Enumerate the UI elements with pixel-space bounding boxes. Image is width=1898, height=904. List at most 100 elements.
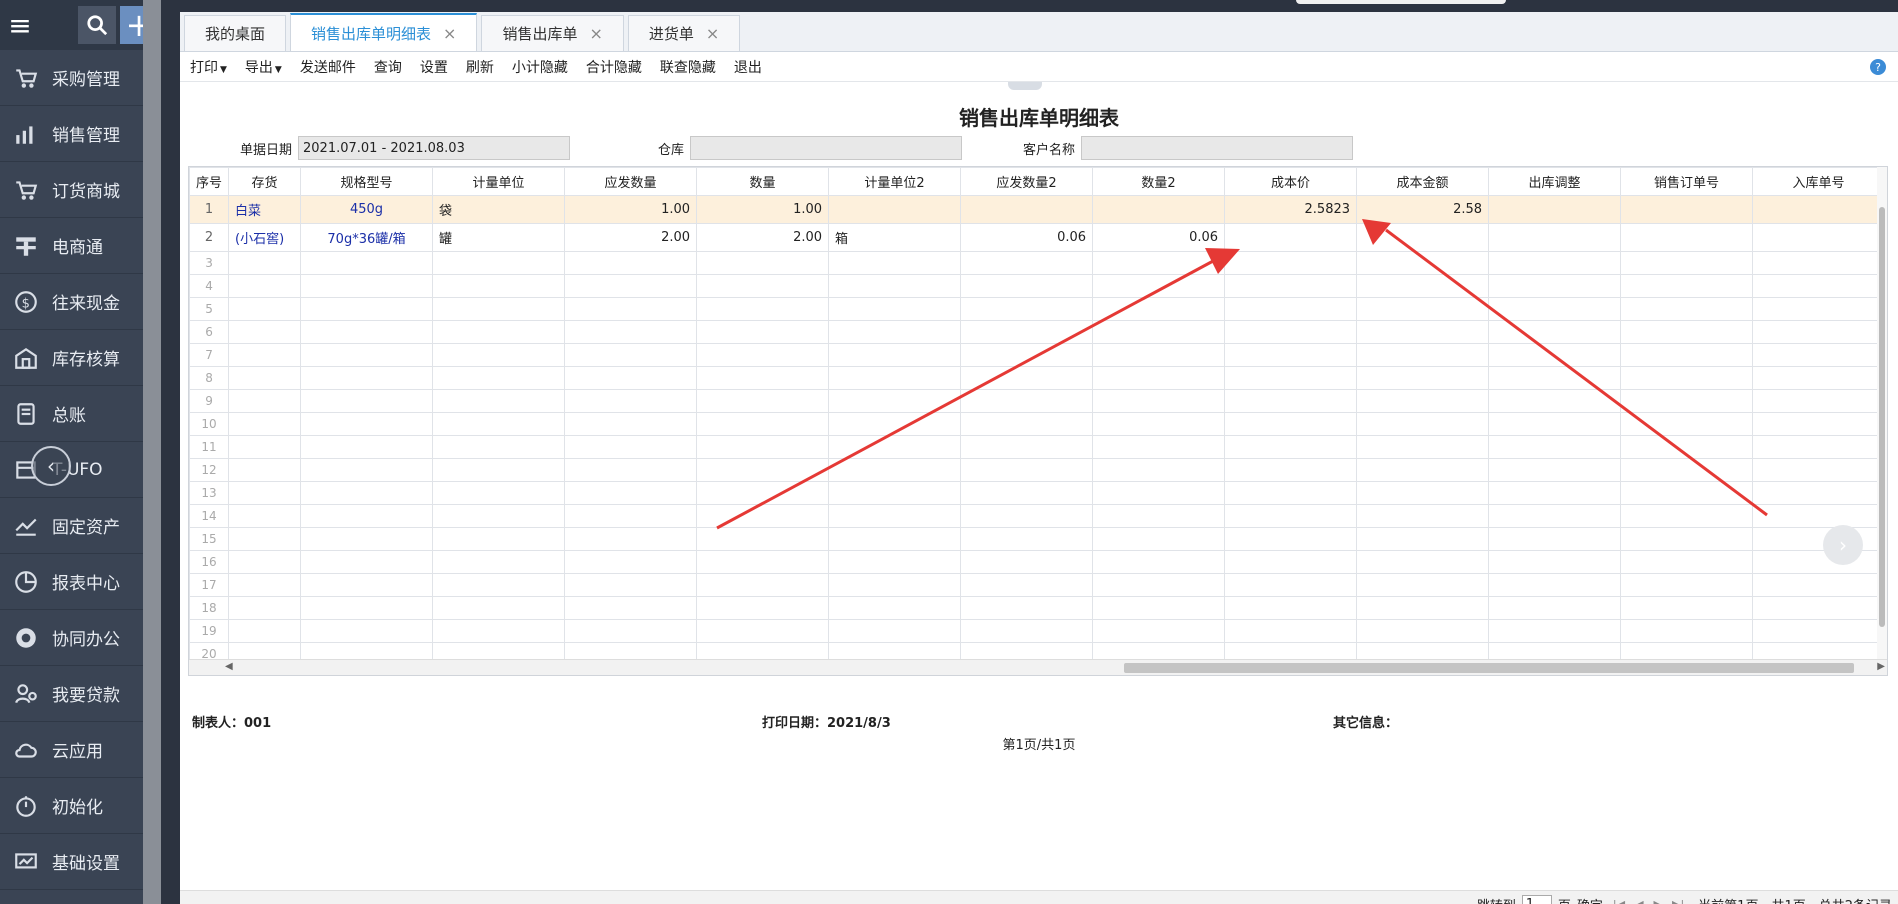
column-header[interactable]: 计量单位2 (828, 167, 962, 196)
table-row[interactable]: 11 (189, 435, 1886, 459)
link-hide-button[interactable]: 联查隐藏 (660, 57, 716, 77)
export-button[interactable]: 导出 ▼ (245, 57, 282, 77)
table-row[interactable]: 19 (189, 619, 1886, 643)
sidebar-item[interactable]: 电商通 (0, 218, 161, 274)
column-header[interactable]: 销售订单号 (1620, 167, 1754, 196)
table-cell: 10 (189, 412, 230, 436)
sidebar-item[interactable]: T-UFO (0, 442, 161, 498)
tab[interactable]: 销售出库单明细表 × (290, 13, 478, 51)
column-header[interactable]: 数量2 (1092, 167, 1226, 196)
table-row[interactable]: 2 (小石窖) 70g*36罐/箱罐 2.00 2.00 箱 0.06 0.06 (189, 223, 1886, 252)
confirm-button[interactable]: 确定 (1577, 895, 1603, 904)
next-page-icon[interactable]: ▶ (1654, 898, 1662, 904)
help-icon[interactable]: ? (1870, 59, 1886, 75)
date-field[interactable]: 2021.07.01 - 2021.08.03 (298, 136, 571, 160)
table-row[interactable]: 9 (189, 389, 1886, 413)
table-cell (300, 343, 434, 367)
table-row[interactable]: 12 (189, 458, 1886, 482)
column-header[interactable]: 成本金额 (1356, 167, 1490, 196)
table-row[interactable]: 8 (189, 366, 1886, 390)
next-arrow-icon[interactable]: › (1823, 525, 1863, 565)
table-cell (828, 573, 962, 597)
sidebar-item[interactable]: 报表中心 (0, 554, 161, 610)
customer-field[interactable] (1081, 136, 1354, 160)
table-cell (432, 596, 566, 620)
column-header[interactable]: 应发数量 (564, 167, 698, 196)
table-row[interactable]: 16 (189, 550, 1886, 574)
print-button[interactable]: 打印 ▼ (190, 57, 227, 77)
page-number-input[interactable]: 1 (1521, 894, 1552, 904)
back-arrow-icon[interactable]: ‹ (31, 446, 71, 486)
menu-icon[interactable]: ≡ (0, 0, 40, 50)
table-row[interactable]: 14 (189, 504, 1886, 528)
collapse-handle[interactable] (1008, 82, 1042, 90)
sidebar-item[interactable]: 基础设置 (0, 834, 161, 890)
column-header[interactable]: 数量 (696, 167, 830, 196)
total-hide-button[interactable]: 合计隐藏 (586, 57, 642, 77)
table-row[interactable]: 17 (189, 573, 1886, 597)
refresh-button[interactable]: 刷新 (466, 57, 494, 77)
column-header[interactable]: 规格型号 (300, 167, 434, 196)
top-search-field[interactable] (1296, 0, 1506, 4)
prev-page-icon[interactable]: ◀ (1635, 898, 1643, 904)
sidebar-item[interactable]: 协同办公 (0, 610, 161, 666)
close-icon[interactable]: × (443, 24, 456, 43)
table-row[interactable]: 3 (189, 251, 1886, 275)
tab[interactable]: 我的桌面 (184, 15, 287, 51)
settings-button[interactable]: 设置 (420, 57, 448, 77)
send-mail-button[interactable]: 发送邮件 (300, 57, 356, 77)
scroll-left-icon[interactable]: ◀ (225, 661, 233, 672)
search-icon[interactable] (78, 6, 116, 44)
table-row[interactable]: 1 白菜 450g 袋 1.00 1.00 2.5823 2.58 (189, 195, 1886, 224)
query-button[interactable]: 查询 (374, 57, 402, 77)
sidebar-item[interactable]: 我要贷款 (0, 666, 161, 722)
table-row[interactable]: 5 (189, 297, 1886, 321)
column-header[interactable]: 成本价 (1224, 167, 1358, 196)
table-row[interactable]: 7 (189, 343, 1886, 367)
vertical-scroll-thumb[interactable] (1879, 207, 1885, 627)
sidebar-item[interactable]: $ 往来现金 (0, 274, 161, 330)
table-cell (1092, 596, 1226, 620)
scroll-right-icon[interactable]: ▶ (1877, 661, 1885, 672)
table-row[interactable]: 6 (189, 320, 1886, 344)
close-icon[interactable]: × (706, 24, 719, 43)
sidebar-item[interactable]: 销售管理 (0, 106, 161, 162)
sidebar-item[interactable]: 云应用 (0, 722, 161, 778)
horizontal-scrollbar[interactable]: ◀ ▶ (189, 659, 1887, 675)
table-row[interactable]: 10 (189, 412, 1886, 436)
sidebar-item[interactable]: 订货商城 (0, 162, 161, 218)
last-page-icon[interactable]: ▶| (1672, 898, 1684, 904)
warehouse-field[interactable] (690, 136, 963, 160)
exit-button[interactable]: 退出 (734, 57, 762, 77)
table-cell (1356, 366, 1490, 390)
column-header[interactable]: 序号 (189, 167, 230, 196)
table-cell (960, 435, 1094, 459)
column-header[interactable]: 出库调整 (1488, 167, 1622, 196)
sidebar-item[interactable]: 初始化 (0, 778, 161, 834)
table-cell (300, 389, 434, 413)
horizontal-scroll-thumb[interactable] (1124, 663, 1854, 673)
sidebar-item[interactable]: 总账 (0, 386, 161, 442)
column-header[interactable]: 存货 (228, 167, 302, 196)
table-cell (1092, 195, 1226, 224)
table-row[interactable]: 15 (189, 527, 1886, 551)
sidebar-item[interactable]: 采购管理 (0, 50, 161, 106)
column-header[interactable]: 应发数量2 (960, 167, 1094, 196)
sidebar-item-label: 基础设置 (52, 854, 120, 874)
vertical-scrollbar[interactable] (1877, 167, 1887, 661)
subtotal-hide-button[interactable]: 小计隐藏 (512, 57, 568, 77)
column-header[interactable]: 入库单号 (1752, 167, 1886, 196)
page-unit-label: 页 (1558, 895, 1571, 904)
table-cell (828, 550, 962, 574)
tab[interactable]: 进货单 × (627, 15, 741, 51)
sidebar-item[interactable]: 固定资产 (0, 498, 161, 554)
table-row[interactable]: 4 (189, 274, 1886, 298)
column-header[interactable]: 计量单位 (432, 167, 566, 196)
first-page-icon[interactable]: |◀ (1613, 898, 1625, 904)
tab[interactable]: 销售出库单 × (481, 15, 624, 51)
table-row[interactable]: 13 (189, 481, 1886, 505)
sidebar-item-label: 订货商城 (52, 182, 120, 202)
table-row[interactable]: 18 (189, 596, 1886, 620)
close-icon[interactable]: × (589, 24, 602, 43)
sidebar-item[interactable]: 库存核算 (0, 330, 161, 386)
